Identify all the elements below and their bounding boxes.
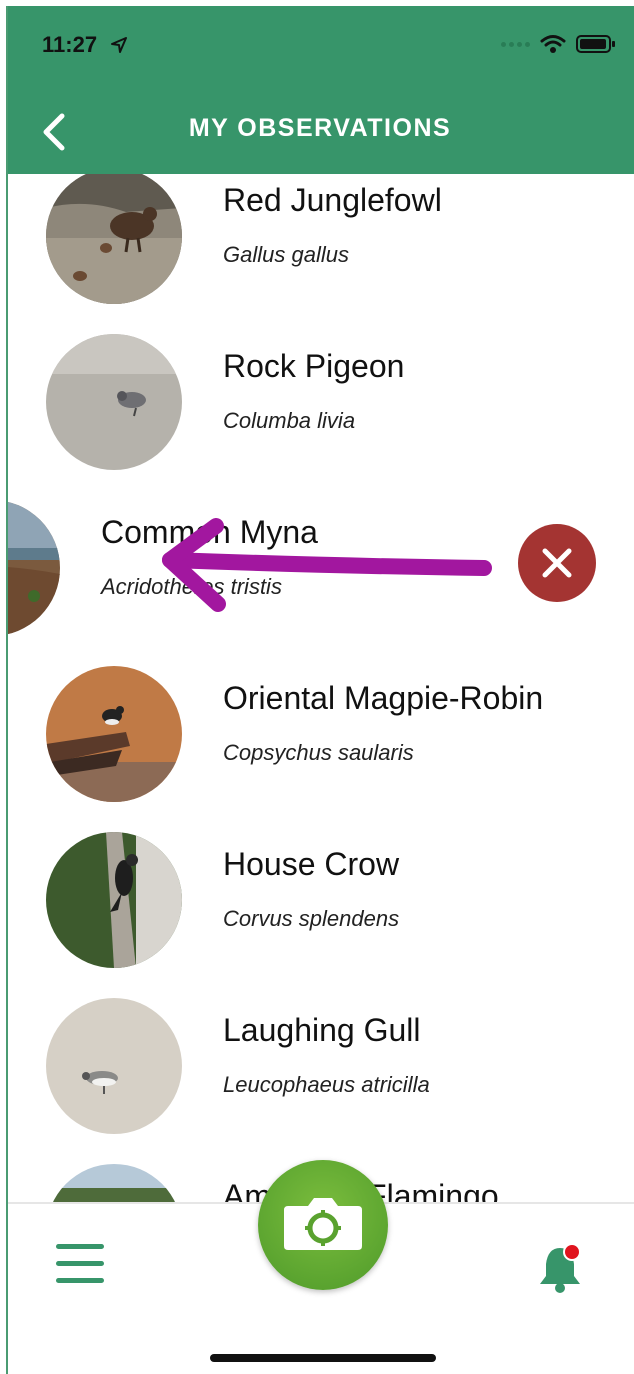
notification-dot — [563, 1243, 581, 1261]
camera-icon — [284, 1198, 362, 1250]
swipe-left-arrow-icon — [162, 518, 492, 612]
scientific-name: Corvus splendens — [223, 906, 400, 931]
home-indicator — [210, 1354, 436, 1362]
location-arrow-icon — [111, 37, 127, 53]
observation-list[interactable]: Red Junglefowl Gallus gallus Rock Pigeon… — [6, 174, 634, 1206]
menu-button[interactable] — [56, 1244, 106, 1286]
list-item[interactable]: Laughing Gull Leucophaeus atricilla — [6, 968, 634, 1134]
observation-photo — [6, 500, 60, 636]
battery-icon — [576, 35, 615, 53]
wifi-icon — [540, 35, 566, 53]
observation-photo — [46, 334, 182, 470]
bottom-bar — [6, 1160, 634, 1374]
page-title: MY OBSERVATIONS — [188, 114, 452, 142]
observation-photo — [46, 1164, 182, 1206]
notifications-bell-icon[interactable] — [532, 1240, 588, 1296]
app-screen: 11:27 MY OBSERVATIONS Red Junglefowl Gal… — [6, 6, 634, 1374]
hamburger-icon — [56, 1244, 104, 1249]
delete-button[interactable] — [518, 524, 596, 602]
scientific-name: Columba livia — [223, 408, 356, 433]
common-name: Oriental Magpie-Robin — [223, 680, 544, 716]
close-icon — [542, 548, 572, 578]
list-item[interactable]: Rock Pigeon Columba livia — [6, 304, 634, 470]
list-item[interactable]: House Crow Corvus splendens — [6, 802, 634, 968]
common-name: Laughing Gull — [223, 1012, 421, 1048]
observation-photo — [46, 832, 182, 968]
scientific-name: Leucophaeus atricilla — [223, 1072, 430, 1097]
common-name: Red Junglefowl — [223, 182, 442, 218]
observation-photo — [46, 998, 182, 1134]
common-name: Rock Pigeon — [223, 348, 405, 384]
signal-icon — [501, 41, 530, 47]
list-item[interactable]: Oriental Magpie-Robin Copsychus saularis — [6, 636, 634, 802]
camera-button[interactable] — [258, 1160, 388, 1290]
observation-photo — [46, 666, 182, 802]
frame-border — [6, 6, 8, 1374]
list-item[interactable]: Red Junglefowl Gallus gallus — [6, 174, 634, 304]
scientific-name: Copsychus saularis — [223, 740, 414, 765]
scientific-name: Gallus gallus — [223, 242, 349, 267]
status-time: 11:27 — [42, 32, 98, 57]
observation-photo — [46, 174, 182, 304]
header: 11:27 MY OBSERVATIONS — [6, 6, 634, 174]
status-indicators — [501, 34, 616, 54]
common-name: House Crow — [223, 846, 400, 882]
